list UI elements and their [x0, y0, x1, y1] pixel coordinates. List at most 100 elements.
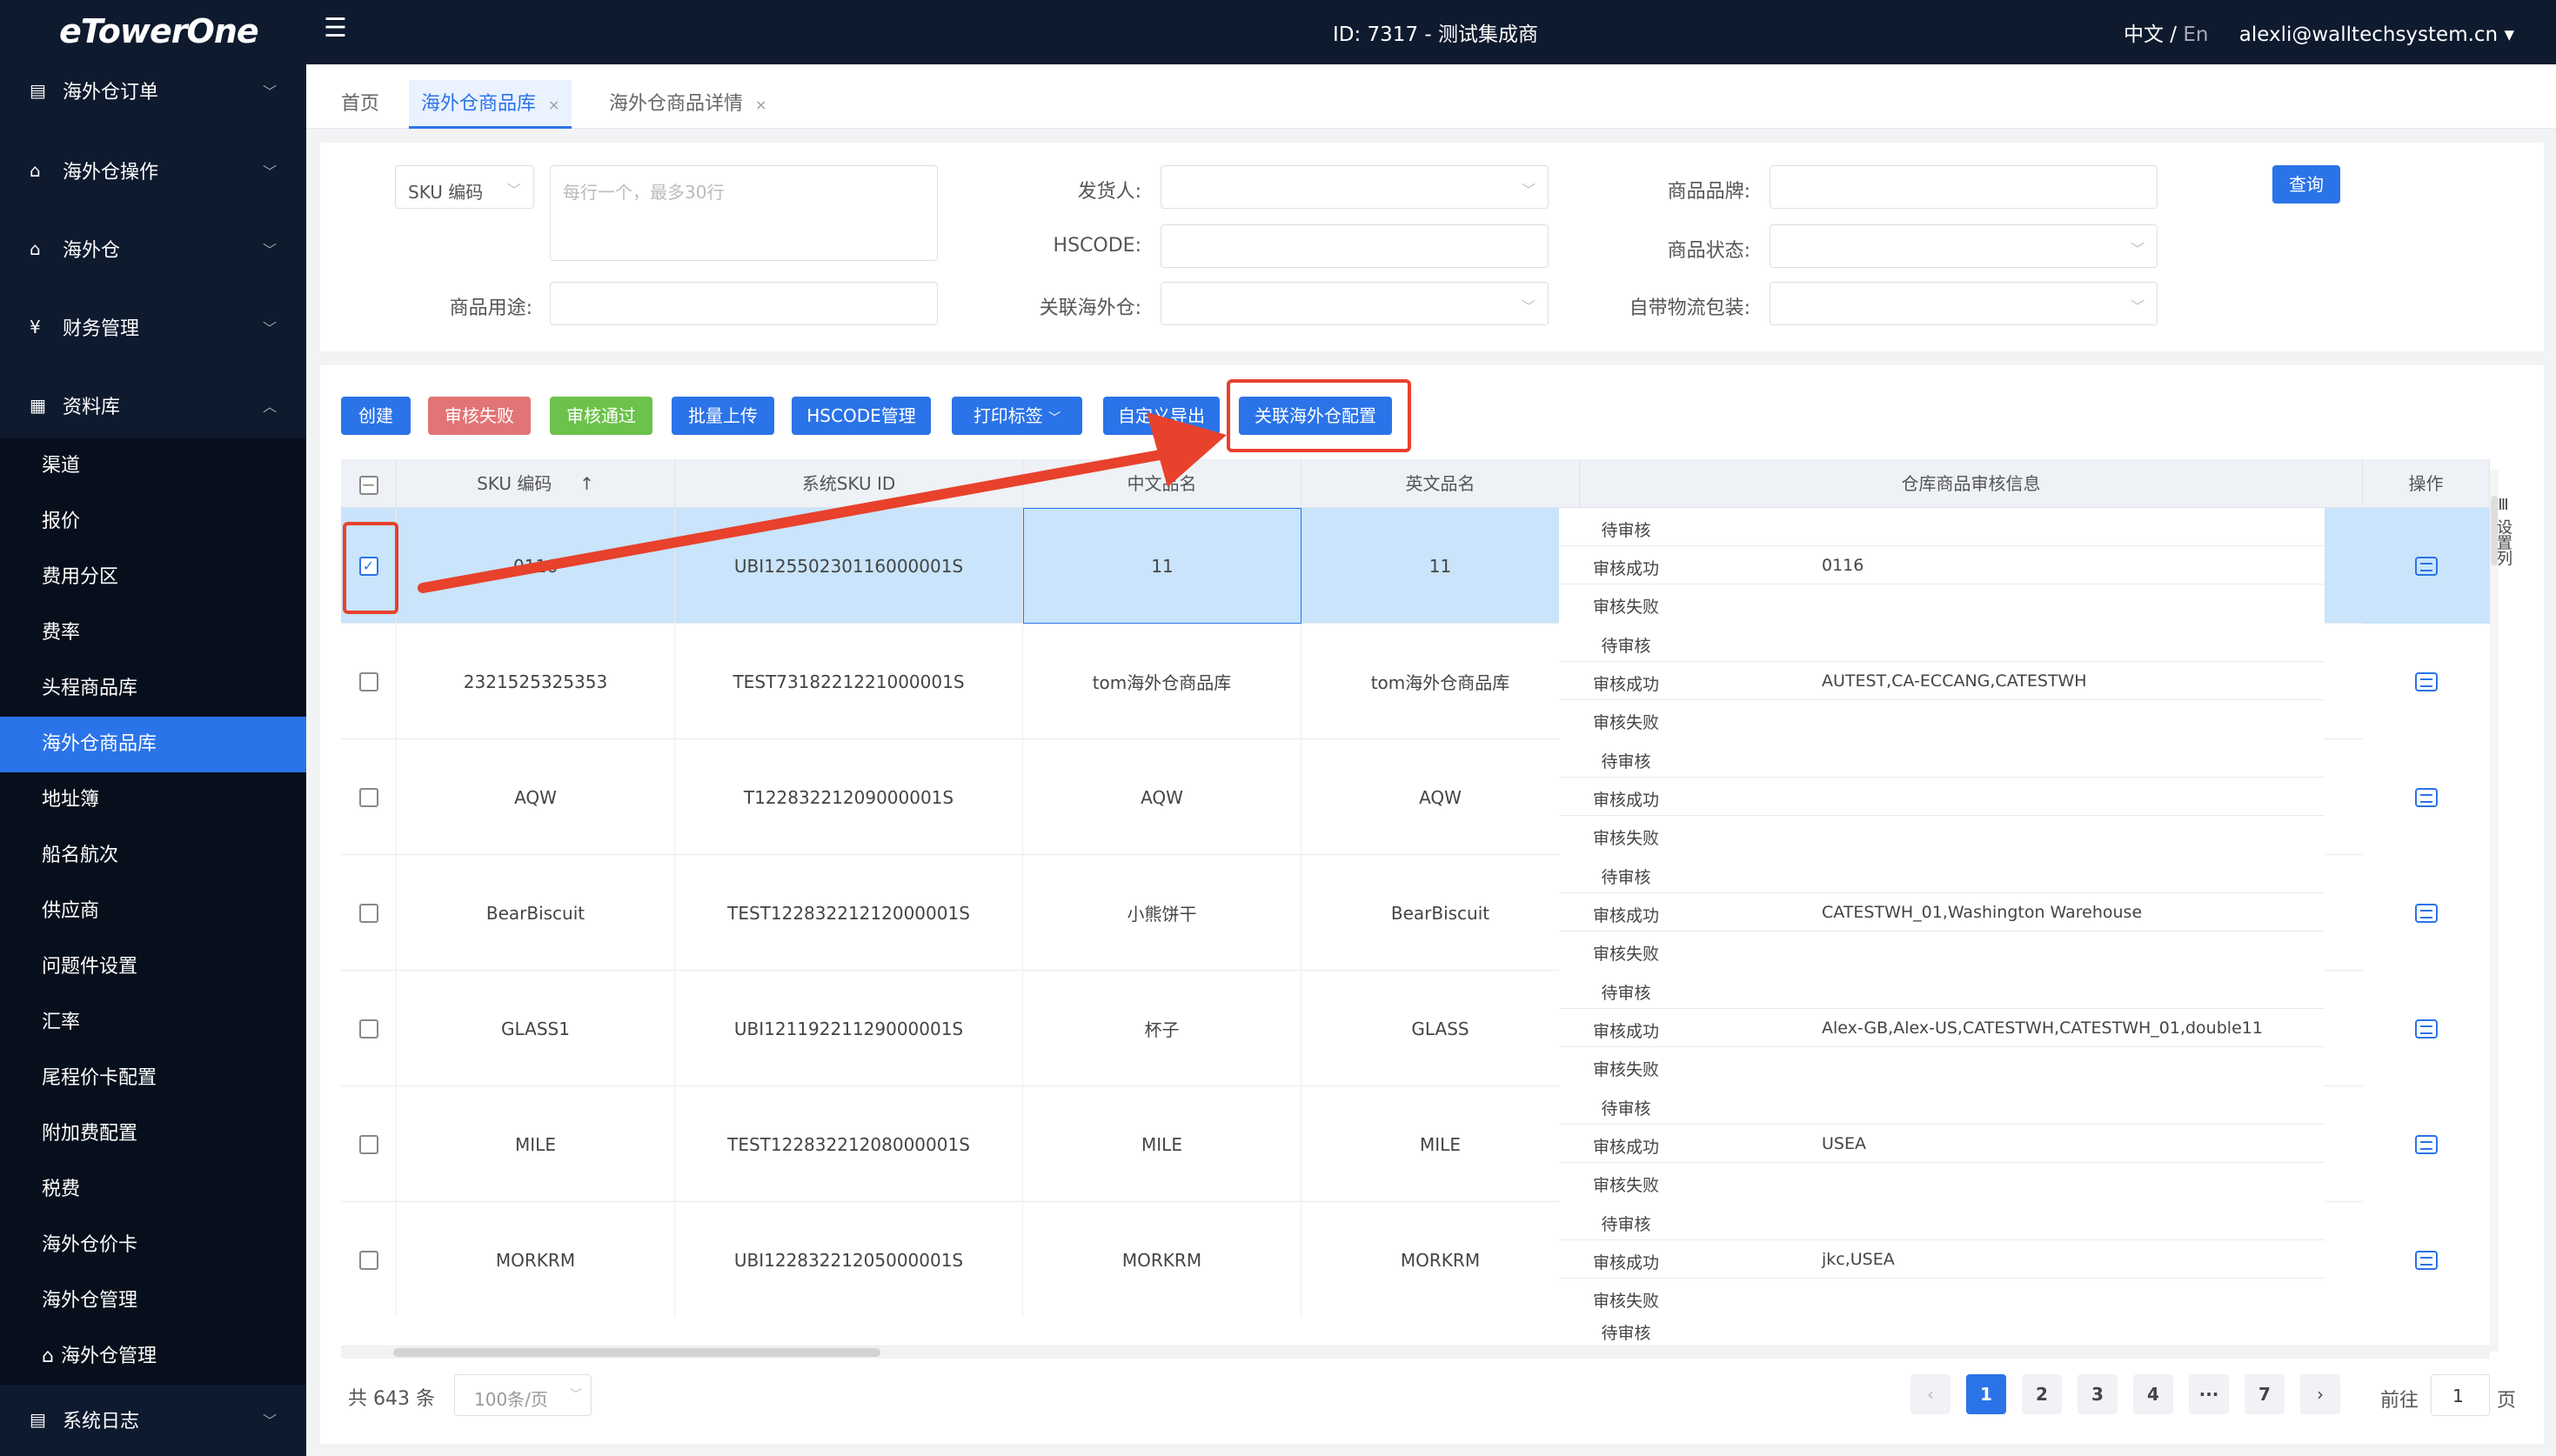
row-checkbox[interactable] [358, 903, 378, 923]
sidebar-item-vessel[interactable]: 船名航次 [0, 828, 306, 884]
language-switch[interactable]: 中文 / En [2124, 23, 2208, 46]
sidebar-item-exchange-rate[interactable]: 汇率 [0, 995, 306, 1051]
page-1-button[interactable]: 1 [1966, 1374, 2006, 1414]
lang-zh[interactable]: 中文 [2124, 23, 2164, 46]
sidebar-group-finance[interactable]: ¥ 财务管理 ﹀ [0, 301, 306, 353]
row-checkbox[interactable] [358, 787, 378, 807]
row-select-cell[interactable] [341, 1202, 397, 1318]
sidebar-item-rate[interactable]: 费率 [0, 605, 306, 661]
chevron-down-icon: ﹀ [1521, 298, 1536, 315]
usage-input[interactable] [550, 282, 938, 325]
create-button[interactable]: 创建 [341, 397, 411, 435]
scroll-thumb[interactable] [393, 1348, 880, 1357]
more-pages-button[interactable]: ··· [2189, 1374, 2229, 1414]
custom-export-button[interactable]: 自定义导出 [1103, 397, 1220, 435]
audit-info-cell: 待审核 审核成功 审核失败 [1559, 739, 2325, 855]
page-7-button[interactable]: 7 [2245, 1374, 2285, 1414]
row-select-cell[interactable] [341, 1086, 397, 1202]
table-horizontal-scrollbar[interactable] [341, 1346, 2490, 1359]
audit-fail-button[interactable]: 审核失败 [428, 397, 531, 435]
row-checkbox[interactable] [358, 671, 378, 691]
table-row[interactable]: BearBiscuit TEST12283221212000001S 小熊饼干 Bea… [341, 855, 2490, 971]
sidebar-item-tax[interactable]: 税费 [0, 1162, 306, 1218]
chevron-down-icon: ﹀ [2130, 241, 2144, 257]
table-row[interactable]: ✓ 0116 UBI12550230116000001S 11 11 待审核 审核成功 011… [341, 508, 2490, 624]
table-row[interactable]: 2321525325353 TEST7318221221000001S tom海外仓… [341, 624, 2490, 739]
sidebar-group-overseas-warehouse[interactable]: ⌂ 海外仓 ﹀ [0, 223, 306, 275]
sidebar-item-surcharge[interactable]: 附加费配置 [0, 1106, 306, 1162]
warehouse-select[interactable]: ﹀ [1161, 282, 1549, 325]
sidebar-group-system-log[interactable]: ▤ 系统日志 ﹀ [0, 1393, 306, 1446]
table-row[interactable]: GLASS1 UBI12119221129000001S 杯子 GLASS 待审核 审核成… [341, 971, 2490, 1086]
audit-pass-button[interactable]: 审核通过 [550, 397, 652, 435]
sidebar-item-lastmile-card[interactable]: 尾程价卡配置 [0, 1051, 306, 1106]
row-checkbox[interactable] [358, 1019, 378, 1039]
sort-asc-icon[interactable]: ↑ [579, 473, 594, 494]
detail-icon[interactable] [2415, 1134, 2438, 1154]
hscode-input[interactable] [1161, 224, 1549, 268]
detail-icon[interactable] [2415, 1250, 2438, 1270]
sidebar-item-channel[interactable]: 渠道 [0, 438, 306, 494]
page-3-button[interactable]: 3 [2078, 1374, 2118, 1414]
table-vertical-scrollbar[interactable] [2490, 470, 2499, 1352]
detail-icon[interactable] [2415, 787, 2438, 807]
audit-line-pending: 待审核 [1559, 971, 2325, 1009]
lang-en[interactable]: En [2183, 23, 2208, 46]
batch-upload-button[interactable]: 批量上传 [672, 397, 774, 435]
sidebar-group-label: 海外仓 [63, 240, 121, 262]
page-4-button[interactable]: 4 [2133, 1374, 2173, 1414]
hscode-manage-button[interactable]: HSCODE管理 [792, 397, 931, 435]
tab-overseas-products[interactable]: 海外仓商品库 × [409, 80, 572, 129]
status-select[interactable]: ﹀ [1770, 224, 2158, 268]
sku-type-select[interactable]: SKU 编码 ﹀ [395, 165, 534, 209]
packaging-select[interactable]: ﹀ [1770, 282, 2158, 325]
row-checkbox[interactable] [358, 1250, 378, 1270]
shipper-select[interactable]: ﹀ [1161, 165, 1549, 209]
sidebar-item-overseas-management-2[interactable]: ⌂ 海外仓管理 [0, 1329, 306, 1385]
brand-input[interactable] [1770, 165, 2158, 209]
row-checkbox[interactable] [358, 1134, 378, 1154]
tab-home[interactable]: 首页 [329, 80, 391, 129]
detail-icon[interactable] [2415, 556, 2438, 576]
sidebar-item-overseas-products[interactable]: 海外仓商品库 [0, 717, 306, 772]
sidebar-item-address-book[interactable]: 地址簿 [0, 772, 306, 828]
detail-icon[interactable] [2415, 1019, 2438, 1039]
page-2-button[interactable]: 2 [2022, 1374, 2062, 1414]
table-row[interactable]: MORKRM UBI12283221205000001S MORKRM MORKRM 待… [341, 1202, 2490, 1318]
detail-icon[interactable] [2415, 903, 2438, 923]
sidebar-item-overseas-management[interactable]: 海外仓管理 [0, 1273, 306, 1329]
sidebar-item-firstleg-products[interactable]: 头程商品库 [0, 661, 306, 717]
table-row[interactable]: AQW T12283221209000001S AQW AQW 待审核 审核成功 审核失败 [341, 739, 2490, 855]
audit-label: 审核成功 [1592, 1253, 1659, 1272]
goto-page-input[interactable]: 1 [2431, 1374, 2490, 1416]
sidebar-item-fee-zone[interactable]: 费用分区 [0, 550, 306, 605]
sidebar-group-database[interactable]: ▦ 资料库 ︿ [0, 379, 306, 431]
close-icon[interactable]: × [548, 97, 559, 113]
next-page-button[interactable]: › [2300, 1374, 2340, 1414]
menu-toggle-icon[interactable]: ☰ [324, 16, 351, 42]
sidebar-group-overseas-ops[interactable]: ⌂ 海外仓操作 ﹀ [0, 144, 306, 197]
sidebar-item-quote[interactable]: 报价 [0, 494, 306, 550]
select-all-cell[interactable]: − [341, 459, 397, 508]
user-menu[interactable]: alexli@walltechsystem.cn ▾ [2239, 23, 2514, 46]
sidebar-item-issue-settings[interactable]: 问题件设置 [0, 939, 306, 995]
column-settings-button[interactable]: Ⅲ 设置列 [2493, 487, 2514, 574]
detail-icon[interactable] [2415, 671, 2438, 691]
tab-product-detail[interactable]: 海外仓商品详情 × [597, 80, 779, 129]
query-button[interactable]: 查询 [2272, 165, 2340, 204]
select-all-checkbox[interactable]: − [358, 475, 378, 495]
prev-page-button[interactable]: ‹ [1910, 1374, 1950, 1414]
row-select-cell[interactable] [341, 739, 397, 855]
table-row[interactable]: MILE TEST12283221208000001S MILE MILE 待审核 审核成… [341, 1086, 2490, 1202]
sku-textarea[interactable]: 每行一个，最多30行 [550, 165, 938, 261]
row-select-cell[interactable] [341, 971, 397, 1086]
page-size-select[interactable]: 100条/页 ﹀ [454, 1374, 592, 1416]
row-select-cell[interactable] [341, 855, 397, 971]
row-select-cell[interactable] [341, 624, 397, 739]
print-label-button[interactable]: 打印标签 ﹀ [952, 397, 1082, 435]
sidebar-group-overseas-orders[interactable]: ▤ 海外仓订单 ﹀ [0, 64, 306, 117]
sidebar-item-overseas-price-card[interactable]: 海外仓价卡 [0, 1218, 306, 1273]
column-header-sku[interactable]: SKU 编码 ↑ [397, 459, 675, 508]
close-icon[interactable]: × [755, 97, 766, 113]
sidebar-item-supplier[interactable]: 供应商 [0, 884, 306, 939]
